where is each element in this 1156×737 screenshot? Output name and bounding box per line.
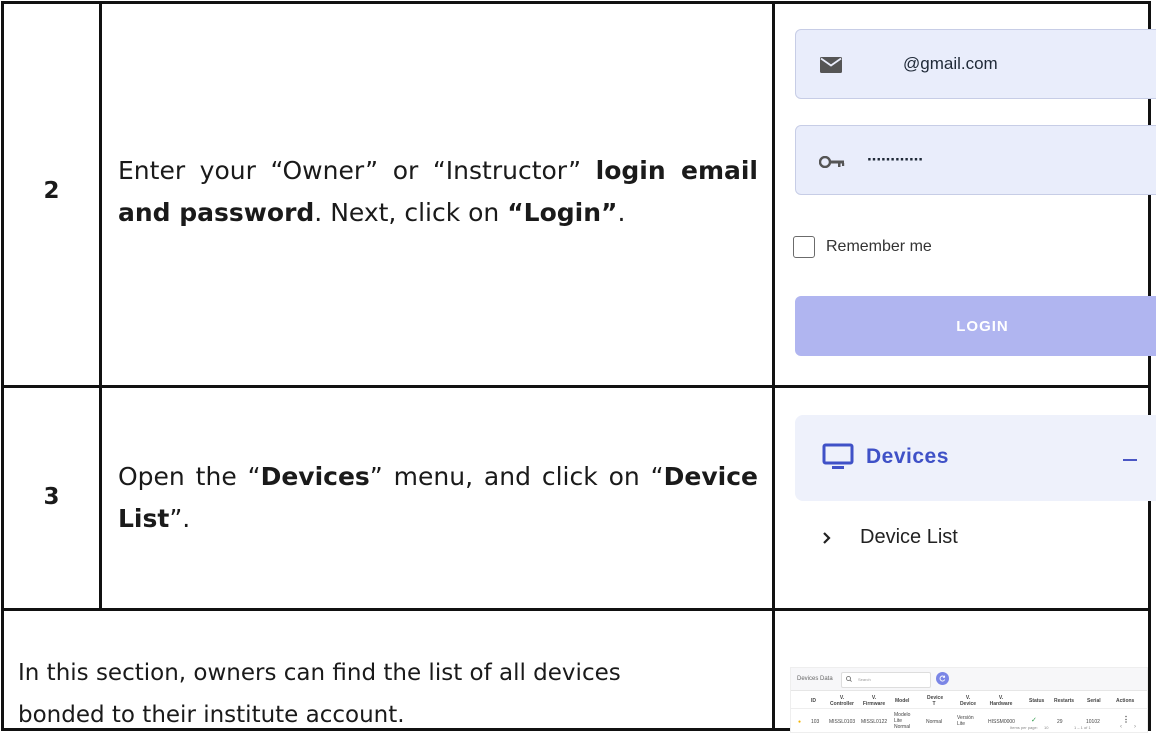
row-divider-1 <box>1 385 1151 388</box>
instruction-text: ”. <box>169 504 191 533</box>
column-header: V. Device <box>959 695 977 707</box>
chevron-right-icon <box>823 532 831 544</box>
password-value: ············ <box>867 150 924 169</box>
step-number: 3 <box>43 484 60 510</box>
cell-device: Versión Lite <box>957 715 974 727</box>
table-row[interactable] <box>791 708 1147 709</box>
instruction-emphasis: “Login” <box>507 198 618 227</box>
pagination-range: 1 – 1 of 1 <box>1074 725 1091 730</box>
instruction-text: . <box>617 198 626 227</box>
search-placeholder: Search <box>858 677 871 682</box>
section-description: In this section, owners can find the lis… <box>18 660 621 728</box>
email-value: @gmail.com <box>903 54 998 73</box>
items-per-page-select[interactable]: 10 <box>1044 725 1048 731</box>
refresh-icon <box>939 675 946 682</box>
column-header: ID <box>811 698 816 704</box>
device-list-label: Device List <box>860 526 958 548</box>
monitor-icon <box>822 443 854 469</box>
items-per-page-label: Items per page: <box>1010 725 1038 730</box>
instruction-emphasis: Devices <box>260 462 370 491</box>
row-indicator: ● <box>798 719 802 725</box>
column-header: Restarts <box>1054 698 1075 704</box>
cell-model: Modelo Lite Normal <box>894 712 911 730</box>
table-pagination: Items per page: 10 1 – 1 of 1 ‹ › <box>1010 724 1150 733</box>
instruction-table <box>1 1 1151 731</box>
step-number: 2 <box>43 178 60 204</box>
minus-icon[interactable] <box>1123 459 1137 461</box>
column-header: V. Firmware <box>862 695 886 707</box>
devices-table-screenshot: Devices Data Search ID V. Controller V. … <box>790 667 1148 733</box>
row-divider-2 <box>1 608 1151 611</box>
remember-me-checkbox[interactable] <box>793 236 815 258</box>
password-field[interactable]: ············ <box>795 125 1156 195</box>
column-header: Device T <box>927 695 944 707</box>
column-header: Actions <box>1116 698 1135 704</box>
step-instruction: Enter your “Owner” or “Instructor” login… <box>118 150 758 234</box>
cell-id: 103 <box>811 719 820 725</box>
step-instruction: Open the “Devices” menu, and click on “D… <box>118 456 758 540</box>
column-header: V. Hardware <box>989 695 1013 707</box>
key-icon <box>819 156 845 168</box>
instruction-text: . Next, click on <box>314 198 508 227</box>
status-check-icon: ✓ <box>1031 717 1037 724</box>
instruction-text: ” menu, and click on “ <box>369 462 664 491</box>
cell-device-type: Normal <box>926 719 943 725</box>
instruction-text: Open the “ <box>118 462 261 491</box>
column-header: Model <box>895 698 910 704</box>
next-page-icon[interactable]: › <box>1134 724 1136 730</box>
column-divider-2 <box>772 1 775 731</box>
remember-me-label: Remember me <box>826 238 932 255</box>
column-header: Status <box>1029 698 1045 704</box>
search-input[interactable]: Search <box>841 672 931 688</box>
devices-menu[interactable]: Devices <box>795 415 1156 501</box>
instruction-text: Enter your “Owner” or “Instructor” <box>118 156 596 185</box>
login-button[interactable]: LOGIN <box>795 296 1156 356</box>
search-icon <box>846 676 852 682</box>
mail-icon <box>820 57 842 73</box>
cell-controller: MISSL0103 <box>829 719 856 725</box>
email-field[interactable]: @gmail.com <box>795 29 1156 99</box>
devices-menu-label: Devices <box>866 445 949 468</box>
cell-firmware: MISSL0122 <box>861 719 888 725</box>
column-header: V. Controller <box>830 695 854 707</box>
column-divider-1 <box>99 1 102 609</box>
refresh-button[interactable] <box>936 672 949 685</box>
actions-menu-icon[interactable]: ⋮ <box>1122 716 1130 724</box>
prev-page-icon[interactable]: ‹ <box>1120 724 1122 730</box>
table-title: Devices Data <box>797 676 833 682</box>
column-header: Serial <box>1087 698 1101 704</box>
